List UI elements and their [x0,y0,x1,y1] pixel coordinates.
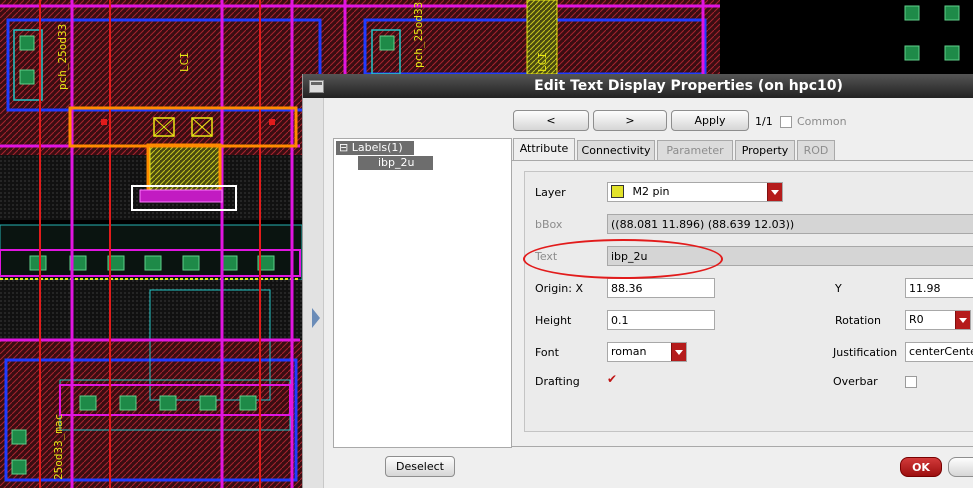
justification-label: Justification [833,346,898,359]
bbox-field: ((88.081 11.896) (88.639 12.03)) [607,214,973,234]
layout-label-2: LCI [178,52,191,72]
layer-value: M2 pin [632,185,670,198]
bbox-label: bBox [535,218,563,231]
origin-y-field[interactable]: 11.98 [905,278,973,298]
layout-label-4: 25od33_mac [52,414,65,480]
layout-label-0: pch_25od33 [56,24,69,90]
side-collapse-strip[interactable] [303,98,324,488]
selection-counter: 1/1 [755,115,773,128]
tree-collapse-icon[interactable]: ⊟ [339,141,348,154]
layer-label: Layer [535,186,566,199]
common-checkbox[interactable] [780,116,792,128]
tree-root-label: Labels(1) [351,141,403,154]
drafting-checkbox[interactable]: ✔ [607,372,617,386]
tab-attribute[interactable]: Attribute [513,138,575,161]
common-label: Common [797,115,847,128]
dialog-title: Edit Text Display Properties (on hpc10) [534,78,843,94]
dialog-titlebar[interactable]: Edit Text Display Properties (on hpc10) [303,74,973,98]
layer-swatch-icon [611,184,624,198]
layer-select[interactable]: M2 pin [607,182,783,202]
rotation-dropdown-icon[interactable] [955,311,970,329]
tree-root-labels[interactable]: ⊟ Labels(1) [336,141,414,155]
tree-item-ibp-2u[interactable]: ibp_2u [358,156,433,170]
tab-parameter[interactable]: Parameter [657,140,733,160]
font-select[interactable]: roman [607,342,687,362]
overbar-label: Overbar [833,375,878,388]
tree-item-label: ibp_2u [378,156,415,169]
rotation-select[interactable]: R0 [905,310,971,330]
tab-property[interactable]: Property [735,140,795,160]
apply-button[interactable]: Apply [671,110,749,131]
origin-y-label: Y [835,282,842,295]
layout-label-3: LCI [536,52,549,72]
edit-text-display-properties-dialog: Edit Text Display Properties (on hpc10) … [302,74,973,488]
height-field[interactable]: 0.1 [607,310,715,330]
font-dropdown-icon[interactable] [671,343,686,361]
attribute-form: Layer M2 pin bBox ((88.081 11.896) (88.6… [524,171,973,432]
labels-tree[interactable]: ⊟ Labels(1) ibp_2u [333,138,512,448]
tab-connectivity[interactable]: Connectivity [577,140,655,160]
ok-button[interactable]: OK [900,457,942,477]
expand-arrow-icon[interactable] [312,308,320,328]
rotation-value: R0 [909,313,924,326]
deselect-button[interactable]: Deselect [385,456,455,477]
tab-rod[interactable]: ROD [797,140,835,160]
check-icon: ✔ [607,372,618,386]
origin-x-field[interactable]: 88.36 [607,278,715,298]
justification-value: centerCenter [909,345,973,358]
origin-x-label: Origin: X [535,282,583,295]
rotation-label: Rotation [835,314,882,327]
cancel-button-partial[interactable] [948,457,973,477]
layout-label-1: pch_25od33 [412,2,425,68]
font-label: Font [535,346,559,359]
drafting-label: Drafting [535,375,580,388]
red-highlight-annotation [523,239,723,279]
next-button[interactable]: > [593,110,667,131]
justification-select[interactable]: centerCenter [905,342,973,362]
font-value: roman [611,345,647,358]
attribute-panel: Layer M2 pin bBox ((88.081 11.896) (88.6… [511,160,973,447]
layer-dropdown-icon[interactable] [767,183,782,201]
height-label: Height [535,314,572,327]
overbar-checkbox[interactable] [905,376,917,388]
prev-button[interactable]: < [513,110,589,131]
